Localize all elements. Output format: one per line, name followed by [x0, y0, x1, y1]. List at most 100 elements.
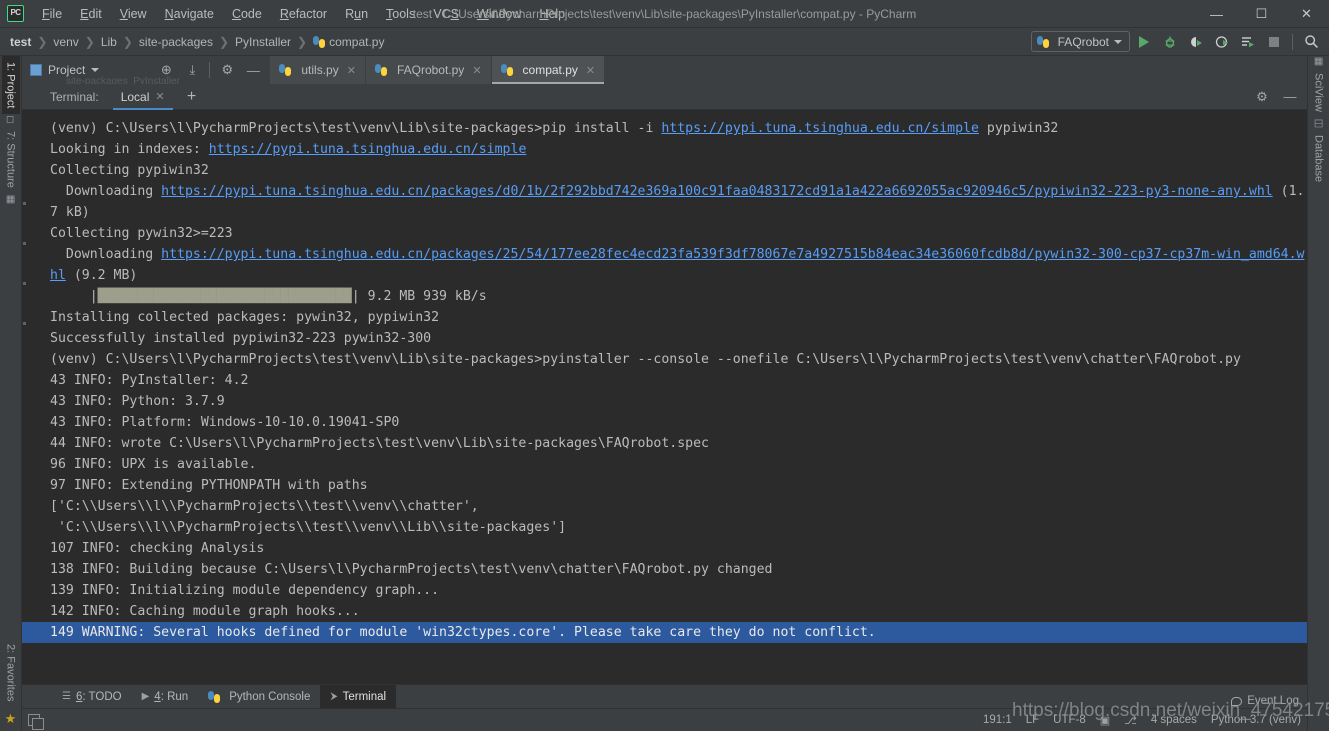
terminal-line: 'C:\\Users\\l\\PycharmProjects\\test\\ve…	[22, 517, 1307, 538]
minimize-button[interactable]: —	[1194, 0, 1239, 28]
close-icon[interactable]: ✕	[586, 64, 595, 77]
breadcrumb-item-label: compat.py	[329, 34, 385, 49]
sidebar-item-favorites[interactable]: 2: Favorites	[2, 638, 20, 707]
right-tool-strip: ▦ SciView ◫ Database	[1307, 56, 1329, 731]
python-file-icon	[279, 64, 292, 76]
terminal-text: 107 INFO: checking Analysis	[50, 541, 265, 556]
status-bar: 191:1 LF UTF-8 ▣ ⎇ 4 spaces Python 3.7 (…	[22, 695, 1307, 731]
event-log-button[interactable]: Event Log	[1231, 695, 1299, 707]
terminal-link[interactable]: https://pypi.tuna.tsinghua.edu.cn/simple	[209, 142, 527, 157]
terminal-text: (venv) C:\Users\l\PycharmProjects\test\v…	[50, 121, 662, 136]
menu-item-edit[interactable]: Edit	[71, 4, 111, 24]
terminal-line: ['C:\\Users\\l\\PycharmProjects\\test\\v…	[22, 496, 1307, 517]
breadcrumb-separator: ❯	[122, 34, 133, 49]
lock-icon[interactable]: ▣	[1100, 714, 1110, 727]
close-icon[interactable]: ✕	[472, 64, 481, 77]
run-with-options-button[interactable]	[1236, 31, 1260, 53]
breadcrumb-item-pyinstaller[interactable]: PyInstaller	[235, 35, 291, 49]
bottom-tab-todo[interactable]: ☰ 6: TODO	[52, 685, 132, 709]
editor-tool-strip: Project ⊕ ⤓ ⚙ — utils.py ✕ FAQrobot.py ✕…	[22, 56, 1307, 87]
toolbar-divider	[1292, 33, 1293, 50]
search-everywhere-button[interactable]	[1299, 31, 1323, 53]
terminal-link[interactable]: hl	[50, 268, 66, 283]
breadcrumb-item-compat-py[interactable]: compat.py	[313, 35, 384, 49]
sidebar-item-structure[interactable]: 7: Structure	[2, 125, 20, 194]
file-encoding[interactable]: UTF-8	[1053, 714, 1086, 726]
python-icon	[208, 690, 221, 703]
hide-panel-button[interactable]: —	[240, 56, 266, 84]
python-file-icon	[500, 64, 513, 76]
run-configuration-label: FAQrobot	[1057, 34, 1109, 49]
chevron-down-icon	[91, 68, 100, 72]
terminal-line: 107 INFO: checking Analysis	[22, 538, 1307, 559]
indent-setting[interactable]: 4 spaces	[1151, 714, 1197, 726]
terminal-line: Collecting pypiwin32	[22, 160, 1307, 181]
menu-item-vcs[interactable]: VCS	[424, 4, 468, 24]
branch-icon[interactable]: ⎇	[1124, 714, 1137, 727]
terminal-text: 7 kB)	[50, 205, 90, 220]
structure-icon: ▦	[4, 195, 16, 205]
bottom-tab-python-console[interactable]: Python Console	[198, 685, 320, 709]
tab-compat-py[interactable]: compat.py ✕	[491, 56, 606, 84]
terminal-link[interactable]: https://pypi.tuna.tsinghua.edu.cn/simple	[661, 121, 979, 136]
project-button-label: Project	[48, 63, 86, 77]
terminal-text: | 9.2 MB 939 kB/s	[351, 289, 487, 304]
terminal-text: 44 INFO: wrote C:\Users\l\PycharmProject…	[50, 436, 709, 451]
toggle-tool-windows-icon[interactable]	[28, 714, 44, 730]
gear-icon[interactable]: ⚙	[1249, 84, 1275, 110]
caret-position[interactable]: 191:1	[983, 714, 1012, 726]
debug-button[interactable]	[1158, 31, 1182, 53]
terminal-output[interactable]: (venv) C:\Users\l\PycharmProjects\test\v…	[22, 110, 1307, 684]
menu-item-refactor[interactable]: Refactor	[271, 4, 336, 24]
breadcrumb-separator: ❯	[37, 34, 48, 49]
run-button[interactable]	[1132, 31, 1156, 53]
status-bar-left	[22, 714, 44, 730]
terminal-link[interactable]: https://pypi.tuna.tsinghua.edu.cn/packag…	[161, 247, 1304, 262]
line-separator[interactable]: LF	[1026, 714, 1039, 726]
terminal-header-actions: ⚙ —	[1249, 84, 1303, 110]
python-file-icon	[374, 64, 387, 76]
run-with-coverage-button[interactable]	[1184, 31, 1208, 53]
new-terminal-button[interactable]: +	[183, 88, 201, 105]
menu-item-run[interactable]: Run	[336, 4, 377, 24]
close-icon[interactable]: ✕	[155, 90, 164, 103]
gear-icon[interactable]: ⚙	[214, 56, 240, 84]
python-interpreter[interactable]: Python 3.7 (venv)	[1211, 714, 1301, 726]
terminal-line: (venv) C:\Users\l\PycharmProjects\test\v…	[22, 349, 1307, 370]
menu-item-tools[interactable]: Tools	[377, 4, 424, 24]
tab-faqrobot-py[interactable]: FAQrobot.py ✕	[365, 56, 492, 84]
tool-window-bar: ☰ 6: TODO ▶ 4: Run Python Console ⮞ Term…	[22, 684, 1307, 709]
tab-label: compat.py	[522, 63, 578, 77]
terminal-line: (venv) C:\Users\l\PycharmProjects\test\v…	[22, 118, 1307, 139]
tab-utils-py[interactable]: utils.py ✕	[270, 56, 366, 84]
run-configuration-selector[interactable]: FAQrobot	[1030, 31, 1130, 52]
maximize-button[interactable]: ☐	[1239, 0, 1284, 28]
menu-item-view[interactable]: View	[111, 4, 156, 24]
sidebar-item-project[interactable]: 1: Project	[1, 56, 20, 115]
hide-terminal-button[interactable]: —	[1277, 84, 1303, 110]
list-icon: ☰	[62, 691, 71, 702]
terminal-link[interactable]: https://pypi.tuna.tsinghua.edu.cn/packag…	[161, 184, 1273, 199]
sidebar-item-sciview[interactable]: SciView	[1310, 67, 1328, 118]
profile-button[interactable]	[1210, 31, 1234, 53]
terminal-line: 139 INFO: Initializing module dependency…	[22, 580, 1307, 601]
python-file-icon	[313, 35, 326, 48]
tab-label: FAQrobot.py	[396, 63, 465, 77]
breadcrumb-item-venv[interactable]: venv	[53, 35, 78, 49]
close-icon[interactable]: ✕	[347, 64, 356, 77]
breadcrumb-item-test[interactable]: test	[10, 35, 31, 49]
bottom-tab-run[interactable]: ▶ 4: Run	[132, 685, 199, 709]
menu-item-window[interactable]: Window	[468, 4, 530, 24]
terminal-text: 43 INFO: Platform: Windows-10-10.0.19041…	[50, 415, 400, 430]
bottom-tab-terminal[interactable]: ⮞ Terminal	[320, 684, 397, 709]
menu-item-code[interactable]: Code	[223, 4, 271, 24]
terminal-tab-local[interactable]: Local ✕	[113, 84, 173, 110]
menu-item-help[interactable]: Help	[530, 4, 574, 24]
breadcrumb-item-lib[interactable]: Lib	[101, 35, 117, 49]
menu-item-file[interactable]: File	[33, 4, 71, 24]
breadcrumb-item-site-packages[interactable]: site-packages	[139, 35, 213, 49]
close-button[interactable]: ✕	[1284, 0, 1329, 28]
menu-item-navigate[interactable]: Navigate	[156, 4, 223, 24]
stop-button[interactable]	[1262, 31, 1286, 53]
sidebar-item-database[interactable]: Database	[1310, 129, 1328, 188]
